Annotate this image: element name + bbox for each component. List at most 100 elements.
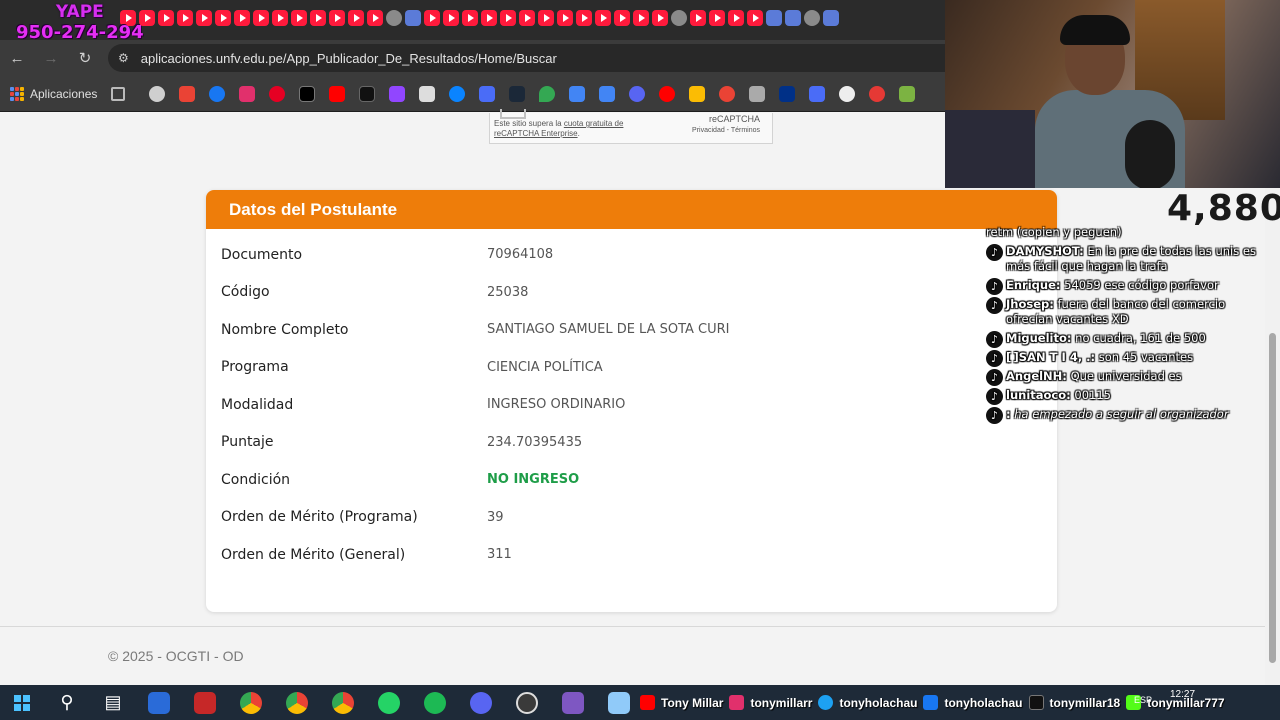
- youtube-tab-icon[interactable]: [443, 10, 459, 26]
- bookmark-icon[interactable]: [419, 85, 436, 102]
- chrome-icon[interactable]: [274, 685, 320, 720]
- tab-icon-misc[interactable]: [823, 10, 839, 26]
- youtube-tab-icon[interactable]: [196, 10, 212, 26]
- openai-tab-icon[interactable]: [671, 10, 687, 26]
- whatsapp-icon[interactable]: [366, 685, 412, 720]
- youtube-tab-icon[interactable]: [519, 10, 535, 26]
- drive-tab-icon[interactable]: [405, 10, 421, 26]
- chat-user: Miguelito:: [1006, 331, 1072, 345]
- youtube-tab-icon[interactable]: [272, 10, 288, 26]
- bookmarks-bar: Aplicaciones: [0, 76, 945, 112]
- youtube-tab-icon[interactable]: [310, 10, 326, 26]
- obs-icon[interactable]: [504, 685, 550, 720]
- task-view-icon[interactable]: ▤: [90, 685, 136, 720]
- taskbar-app[interactable]: [550, 685, 596, 720]
- youtube-music-bookmark-icon[interactable]: [659, 85, 676, 102]
- yape-title: YAPE: [55, 2, 104, 22]
- youtube-tab-icon[interactable]: [576, 10, 592, 26]
- back-button[interactable]: ←: [0, 50, 34, 67]
- youtube-tab-icon[interactable]: [595, 10, 611, 26]
- paypal-bookmark-icon[interactable]: [779, 85, 796, 102]
- taskbar-clock[interactable]: 12:27: [1170, 688, 1195, 701]
- youtube-tab-icon[interactable]: [538, 10, 554, 26]
- discord-bookmark-icon[interactable]: [629, 85, 646, 102]
- youtube-tab-icon[interactable]: [500, 10, 516, 26]
- openai-bookmark-icon[interactable]: [149, 85, 166, 102]
- bookmark-icon[interactable]: [749, 85, 766, 102]
- youtube-tab-icon[interactable]: [367, 10, 383, 26]
- instagram-tab-icon[interactable]: [785, 10, 801, 26]
- bookmark-icon[interactable]: [899, 85, 916, 102]
- taskbar-app[interactable]: [136, 685, 182, 720]
- all-bookmarks-icon[interactable]: [111, 86, 126, 101]
- docs-tab-icon[interactable]: [766, 10, 782, 26]
- recaptcha-checkbox[interactable]: [500, 109, 526, 119]
- language-indicator[interactable]: ESP: [1134, 695, 1152, 705]
- youtube-tab-icon[interactable]: [481, 10, 497, 26]
- yape-number: 950-274-294: [16, 22, 144, 43]
- chrome-icon[interactable]: [320, 685, 366, 720]
- youtube-tab-icon[interactable]: [253, 10, 269, 26]
- youtube-tab-icon[interactable]: [614, 10, 630, 26]
- youtube-tab-icon[interactable]: [709, 10, 725, 26]
- bookmark-icon[interactable]: [809, 85, 826, 102]
- tiktok-tab-icon[interactable]: [804, 10, 820, 26]
- taskbar-app[interactable]: [182, 685, 228, 720]
- url-text[interactable]: aplicaciones.unfv.edu.pe/App_Publicador_…: [141, 51, 557, 66]
- bookmark-apps-label: Aplicaciones: [30, 86, 98, 101]
- youtube-tab-icon[interactable]: [348, 10, 364, 26]
- youtube-tab-icon[interactable]: [215, 10, 231, 26]
- bookmark-icon[interactable]: [839, 85, 856, 102]
- youtube-tab-icon[interactable]: [652, 10, 668, 26]
- steam-bookmark-icon[interactable]: [509, 85, 526, 102]
- youtube-tab-icon[interactable]: [462, 10, 478, 26]
- x-bookmark-icon[interactable]: [299, 85, 316, 102]
- messenger-bookmark-icon[interactable]: [449, 85, 466, 102]
- instagram-bookmark-icon[interactable]: [239, 85, 256, 102]
- twitch-bookmark-icon[interactable]: [389, 85, 406, 102]
- youtube-tab-icon[interactable]: [234, 10, 250, 26]
- drive-bookmark-icon[interactable]: [689, 85, 706, 102]
- youtube-tab-icon[interactable]: [424, 10, 440, 26]
- reload-button[interactable]: ↻: [68, 49, 102, 67]
- tiktok-icon: ♪: [986, 407, 1003, 424]
- youtube-tab-icon[interactable]: [747, 10, 763, 26]
- start-button[interactable]: [0, 694, 44, 711]
- chat-message: ♪ Miguelito: no cuadra, 161 de 500: [986, 331, 1264, 348]
- bookmark-apps[interactable]: Aplicaciones: [10, 86, 98, 101]
- youtube-tab-icon[interactable]: [633, 10, 649, 26]
- youtube-tab-icon[interactable]: [158, 10, 174, 26]
- youtube-tab-icon[interactable]: [177, 10, 193, 26]
- facebook-bookmark-icon[interactable]: [209, 85, 226, 102]
- chat-user: Enrique:: [1006, 278, 1061, 292]
- taskbar-app[interactable]: [596, 685, 642, 720]
- translate-bookmark-icon[interactable]: [599, 85, 616, 102]
- chat-message: ♪ AngelNH: Que universidad es: [986, 369, 1264, 386]
- maps-bookmark-icon[interactable]: [539, 85, 556, 102]
- site-settings-icon[interactable]: ⚙: [118, 51, 129, 65]
- bookmark-icon[interactable]: [869, 85, 886, 102]
- bookmark-icon[interactable]: [569, 85, 586, 102]
- discord-icon[interactable]: [458, 685, 504, 720]
- youtube-tab-icon[interactable]: [690, 10, 706, 26]
- spotify-icon[interactable]: [412, 685, 458, 720]
- youtube-tab-icon[interactable]: [728, 10, 744, 26]
- search-icon[interactable]: ⚲: [44, 685, 90, 720]
- tiktok-bookmark-icon[interactable]: [359, 85, 376, 102]
- youtube-tab-icon[interactable]: [291, 10, 307, 26]
- youtube-tab-icon[interactable]: [557, 10, 573, 26]
- youtube-tab-icon[interactable]: [329, 10, 345, 26]
- chrome-icon[interactable]: [228, 685, 274, 720]
- photos-bookmark-icon[interactable]: [719, 85, 736, 102]
- scrollbar-thumb[interactable]: [1269, 333, 1276, 663]
- url-field[interactable]: ⚙ aplicaciones.unfv.edu.pe/App_Publicado…: [108, 44, 945, 72]
- recaptcha-terms-link[interactable]: Privacidad - Términos: [692, 125, 760, 136]
- bookmark-icon[interactable]: [479, 85, 496, 102]
- globe-tab-icon[interactable]: [386, 10, 402, 26]
- gmail-bookmark-icon[interactable]: [179, 85, 196, 102]
- youtube-bookmark-icon[interactable]: [329, 85, 346, 102]
- pinterest-bookmark-icon[interactable]: [269, 85, 286, 102]
- tab-favicons[interactable]: [120, 10, 839, 26]
- social-handle: tonyholachau: [944, 695, 1023, 710]
- forward-button[interactable]: →: [34, 50, 68, 67]
